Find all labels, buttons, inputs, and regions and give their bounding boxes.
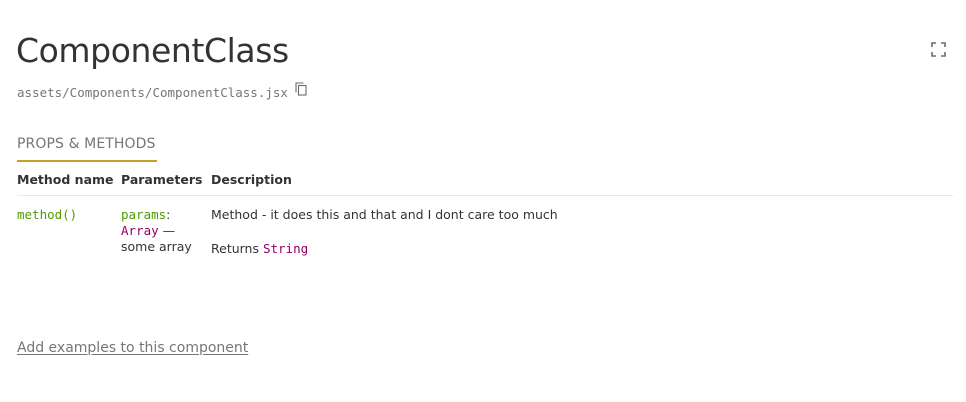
method-description: Method - it does this and that and I don… — [211, 207, 558, 222]
file-path-row: assets/Components/ComponentClass.jsx — [17, 82, 307, 102]
page-title: ComponentClass — [16, 31, 289, 70]
tab-label: PROPS & METHODS — [17, 136, 156, 152]
method-description-cell: Method - it does this and that and I don… — [211, 207, 558, 257]
param-colon: : — [166, 207, 171, 222]
method-returns: Returns String — [211, 241, 558, 257]
add-examples-link[interactable]: Add examples to this component — [17, 339, 248, 357]
method-params: params: Array — some array — [121, 207, 203, 255]
param-type: Array — [121, 223, 159, 238]
header-parameters: Parameters — [121, 172, 203, 187]
table-row: method() params: Array — some array Meth… — [17, 196, 953, 296]
header-method-name: Method name — [17, 172, 114, 187]
tab-props-methods[interactable]: PROPS & METHODS — [17, 134, 157, 162]
param-name: params — [121, 207, 167, 222]
param-description: some array — [121, 239, 192, 254]
header-description: Description — [211, 172, 292, 187]
param-dash: — — [158, 223, 176, 238]
copy-icon[interactable] — [295, 82, 307, 96]
file-path: assets/Components/ComponentClass.jsx — [17, 84, 288, 100]
returns-type: String — [262, 241, 309, 256]
fullscreen-icon[interactable] — [931, 42, 946, 57]
returns-label: Returns — [211, 241, 263, 256]
table-header: Method name Parameters Description — [17, 169, 953, 196]
method-name: method() — [17, 207, 78, 222]
methods-table: Method name Parameters Description metho… — [17, 169, 953, 296]
